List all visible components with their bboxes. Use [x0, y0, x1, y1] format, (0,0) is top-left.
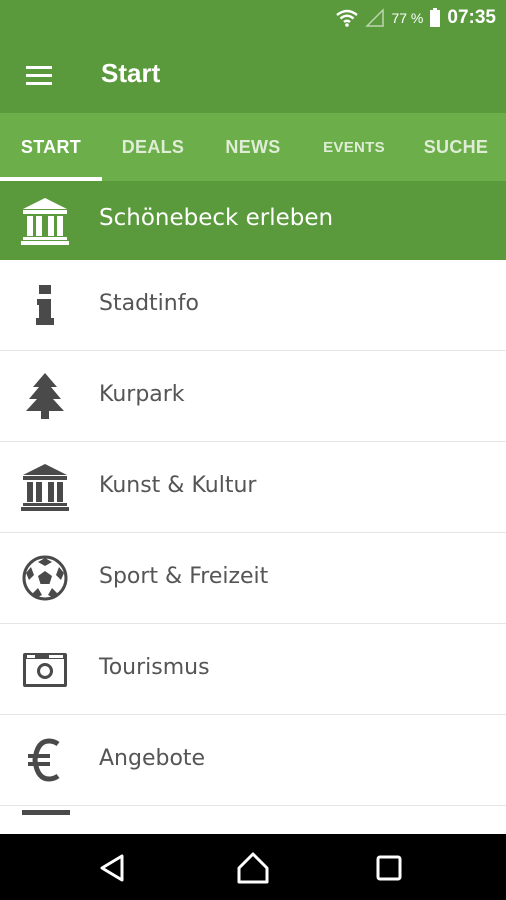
tab-start[interactable]: START [0, 113, 102, 181]
menu-button[interactable] [20, 58, 56, 94]
wifi-icon [336, 9, 359, 27]
list-item-label: Tourismus [99, 655, 210, 680]
list-item-kurpark[interactable]: Kurpark [0, 351, 506, 442]
list-item-label: Sport & Freizeit [99, 564, 269, 589]
battery-icon [430, 8, 441, 27]
list-item-tourismus[interactable]: Tourismus [0, 624, 506, 715]
museum-icon [18, 463, 72, 511]
tab-suche[interactable]: SUCHE [406, 113, 506, 181]
featured-label: Schönebeck erleben [99, 205, 334, 231]
list-item-angebote[interactable]: Angebote [0, 715, 506, 806]
euro-icon [18, 736, 72, 784]
museum-icon [21, 198, 69, 245]
status-indicators: 77 % 07:35 [335, 6, 496, 30]
battery-percent: 77 % [391, 10, 424, 26]
list-item-kunst-kultur[interactable]: Kunst & Kultur [0, 442, 506, 533]
tab-deals[interactable]: DEALS [102, 113, 204, 181]
home-icon [237, 852, 269, 884]
partial-icon [22, 810, 70, 815]
tab-events[interactable]: EVENTS [302, 113, 406, 181]
soccer-ball-icon [18, 554, 72, 602]
recents-button[interactable] [369, 848, 409, 888]
back-icon [100, 854, 124, 882]
status-bar: 77 % 07:35 [0, 0, 506, 36]
list-item-label: Angebote [99, 746, 206, 771]
tree-icon [18, 372, 72, 420]
tab-bar: START DEALS NEWS EVENTS SUCHE [0, 113, 506, 181]
info-icon [18, 281, 72, 329]
tab-news[interactable]: NEWS [204, 113, 302, 181]
signal-icon [365, 8, 385, 27]
list-item-label: Stadtinfo [99, 291, 199, 316]
home-button[interactable] [233, 848, 273, 888]
navigation-bar [0, 834, 506, 900]
page-title: Start [101, 58, 161, 88]
back-button[interactable] [94, 848, 134, 888]
status-time: 07:35 [447, 7, 496, 28]
app-bar: Start [0, 36, 506, 113]
list-item-stadtinfo[interactable]: Stadtinfo [0, 260, 506, 351]
featured-item[interactable]: Schönebeck erleben [0, 181, 506, 260]
list-item-sport-freizeit[interactable]: Sport & Freizeit [0, 533, 506, 624]
camera-icon [18, 645, 72, 693]
recents-icon [376, 855, 402, 881]
category-list: Stadtinfo Kurpark Kunst & Kultur Sport &… [0, 260, 506, 834]
list-item-partial[interactable] [0, 806, 506, 834]
hamburger-menu-icon [26, 66, 52, 85]
list-item-label: Kunst & Kultur [99, 473, 257, 498]
list-item-label: Kurpark [99, 382, 185, 407]
